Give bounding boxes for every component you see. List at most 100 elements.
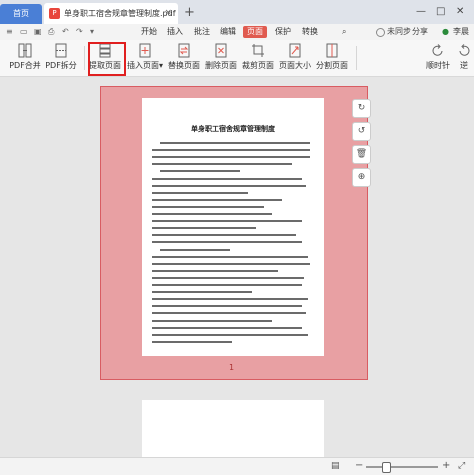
document-title: 单身职工宿舍规章管理制度 (191, 124, 275, 133)
page-thumbnail-1[interactable]: 单身职工宿舍规章管理制度 (142, 98, 324, 356)
rotate-right-icon[interactable]: ↻ (352, 99, 371, 118)
page-text-line (152, 191, 248, 194)
more-icon[interactable]: ▾ (90, 26, 94, 38)
page-text-line (152, 198, 282, 201)
page-thumbnail-2[interactable] (142, 400, 324, 457)
view-mode-icon[interactable]: ▤ (331, 460, 340, 472)
unsynced-status[interactable]: 未同步 (387, 24, 411, 40)
page-text-line (152, 177, 302, 180)
print-icon[interactable]: ⎙ (48, 26, 54, 38)
page-text-line (152, 184, 306, 187)
menu-protect[interactable]: 保护 (275, 24, 291, 40)
page-text-line (152, 319, 272, 322)
search-icon[interactable]: ⌕ (342, 24, 346, 40)
save-icon[interactable]: ▣ (34, 26, 42, 38)
add-page-icon[interactable]: ⊕ (352, 168, 371, 187)
page-text-line (152, 234, 296, 236)
crop-page-icon (252, 44, 264, 57)
hamburger-menu-icon[interactable]: ≡ (6, 26, 13, 38)
page-text-line (152, 205, 264, 208)
page-text-line (152, 269, 278, 272)
menu-insert[interactable]: 插入 (167, 24, 183, 40)
page-text-line (152, 220, 302, 222)
page-text-line (152, 298, 308, 300)
menu-convert[interactable]: 转换 (302, 24, 318, 40)
page-size-icon (289, 43, 301, 58)
page-text-line (152, 241, 302, 243)
avatar[interactable]: ● (442, 24, 449, 40)
page-size-button[interactable]: 页面大小 (278, 40, 312, 74)
document-tab-title: 单身职工宿舍规章管理制度.pdf (64, 9, 176, 18)
rotate-cw-icon (432, 44, 443, 56)
maximize-button[interactable]: □ (436, 5, 445, 19)
page-text-line (152, 326, 302, 329)
document-canvas[interactable]: 单身职工宿舍规章管理制度 1 ↻ ↺ 🗑 ⊕ (0, 77, 474, 457)
page-text-line (152, 149, 310, 151)
menu-page[interactable]: 页面 (243, 26, 267, 38)
page-size-label: 页面大小 (279, 61, 311, 70)
menu-comment[interactable]: 批注 (194, 24, 210, 40)
undo-icon[interactable]: ↶ (62, 26, 69, 38)
pdf-split-button[interactable]: PDF拆分 (44, 40, 78, 74)
extract-page-highlight (88, 42, 126, 76)
tab-document[interactable]: P 单身职工宿舍规章管理制度.pdf × (44, 3, 178, 24)
fit-page-icon[interactable]: ⤢ (458, 460, 465, 472)
window-close-button[interactable]: ✕ (456, 5, 464, 19)
page-text-line (160, 142, 310, 144)
rotate-counterclockwise-label: 逆 (460, 61, 468, 70)
page-text-line (152, 333, 308, 336)
delete-page-icon (215, 43, 227, 58)
replace-page-button[interactable]: 替换页面 (167, 40, 201, 74)
trash-icon[interactable]: 🗑 (352, 145, 371, 164)
page-text-line (152, 340, 232, 343)
page-text-line (152, 262, 310, 265)
merge-icon (18, 43, 32, 58)
redo-icon[interactable]: ↷ (76, 26, 83, 38)
zoom-in-button[interactable]: + (442, 460, 450, 472)
pdf-split-label: PDF拆分 (45, 61, 77, 70)
minimize-button[interactable]: — (416, 5, 426, 19)
zoom-out-button[interactable]: − (355, 460, 363, 472)
crop-page-button[interactable]: 裁剪页面 (241, 40, 275, 74)
pdf-merge-button[interactable]: PDF合并 (8, 40, 42, 74)
menu-edit[interactable]: 编辑 (220, 24, 236, 40)
page-text-line (152, 291, 252, 293)
insert-page-icon (139, 43, 151, 58)
page-text-line (152, 255, 308, 258)
rotate-clockwise-button[interactable]: 顺时针 (424, 40, 452, 74)
insert-page-label: 插入页面▾ (126, 61, 163, 70)
split-icon (55, 43, 67, 58)
pdf-file-icon: P (49, 8, 60, 19)
rotate-counterclockwise-button[interactable]: 逆 (454, 40, 474, 74)
close-tab-icon[interactable]: × (164, 3, 172, 24)
page-text-line (152, 276, 304, 279)
insert-page-dropdown-icon[interactable]: ▾ (159, 61, 163, 70)
crop-page-label: 裁剪页面 (242, 61, 274, 70)
page-text-line (152, 227, 256, 229)
page-number-label: 1 (229, 363, 235, 372)
divide-page-icon (326, 43, 338, 58)
page-text-line (152, 312, 306, 314)
user-name[interactable]: 李晨 (453, 24, 469, 40)
new-tab-button[interactable]: + (184, 4, 195, 22)
menu-start[interactable]: 开始 (141, 24, 157, 40)
divide-page-button[interactable]: 分割页面 (315, 40, 349, 74)
tab-home[interactable]: 首页 (0, 4, 42, 24)
divide-page-label: 分割页面 (316, 61, 348, 70)
insert-page-button[interactable]: 插入页面▾ (126, 40, 164, 74)
rotate-left-icon[interactable]: ↺ (352, 122, 371, 141)
page-text-line (152, 284, 302, 286)
zoom-slider-track[interactable] (366, 466, 438, 468)
pdf-merge-label: PDF合并 (9, 61, 41, 70)
rotate-clockwise-label: 顺时针 (426, 61, 450, 70)
title-bar: 首页 P 单身职工宿舍规章管理制度.pdf × + — □ ✕ (0, 0, 474, 24)
rotate-ccw-icon (459, 44, 470, 56)
zoom-slider-thumb[interactable] (382, 462, 391, 473)
ribbon-toolbar: PDF合并 PDF拆分 提取页面 插入页面▾ 替换页面 删除页面 裁剪页面 页面… (0, 40, 474, 99)
replace-page-label: 替换页面 (168, 61, 200, 70)
share-button[interactable]: 分享 (412, 24, 428, 40)
status-bar: ▤ − + ⤢ (0, 457, 474, 475)
delete-page-button[interactable]: 删除页面 (204, 40, 238, 74)
page-text-line (152, 163, 292, 165)
folder-icon[interactable]: ▭ (20, 26, 28, 38)
